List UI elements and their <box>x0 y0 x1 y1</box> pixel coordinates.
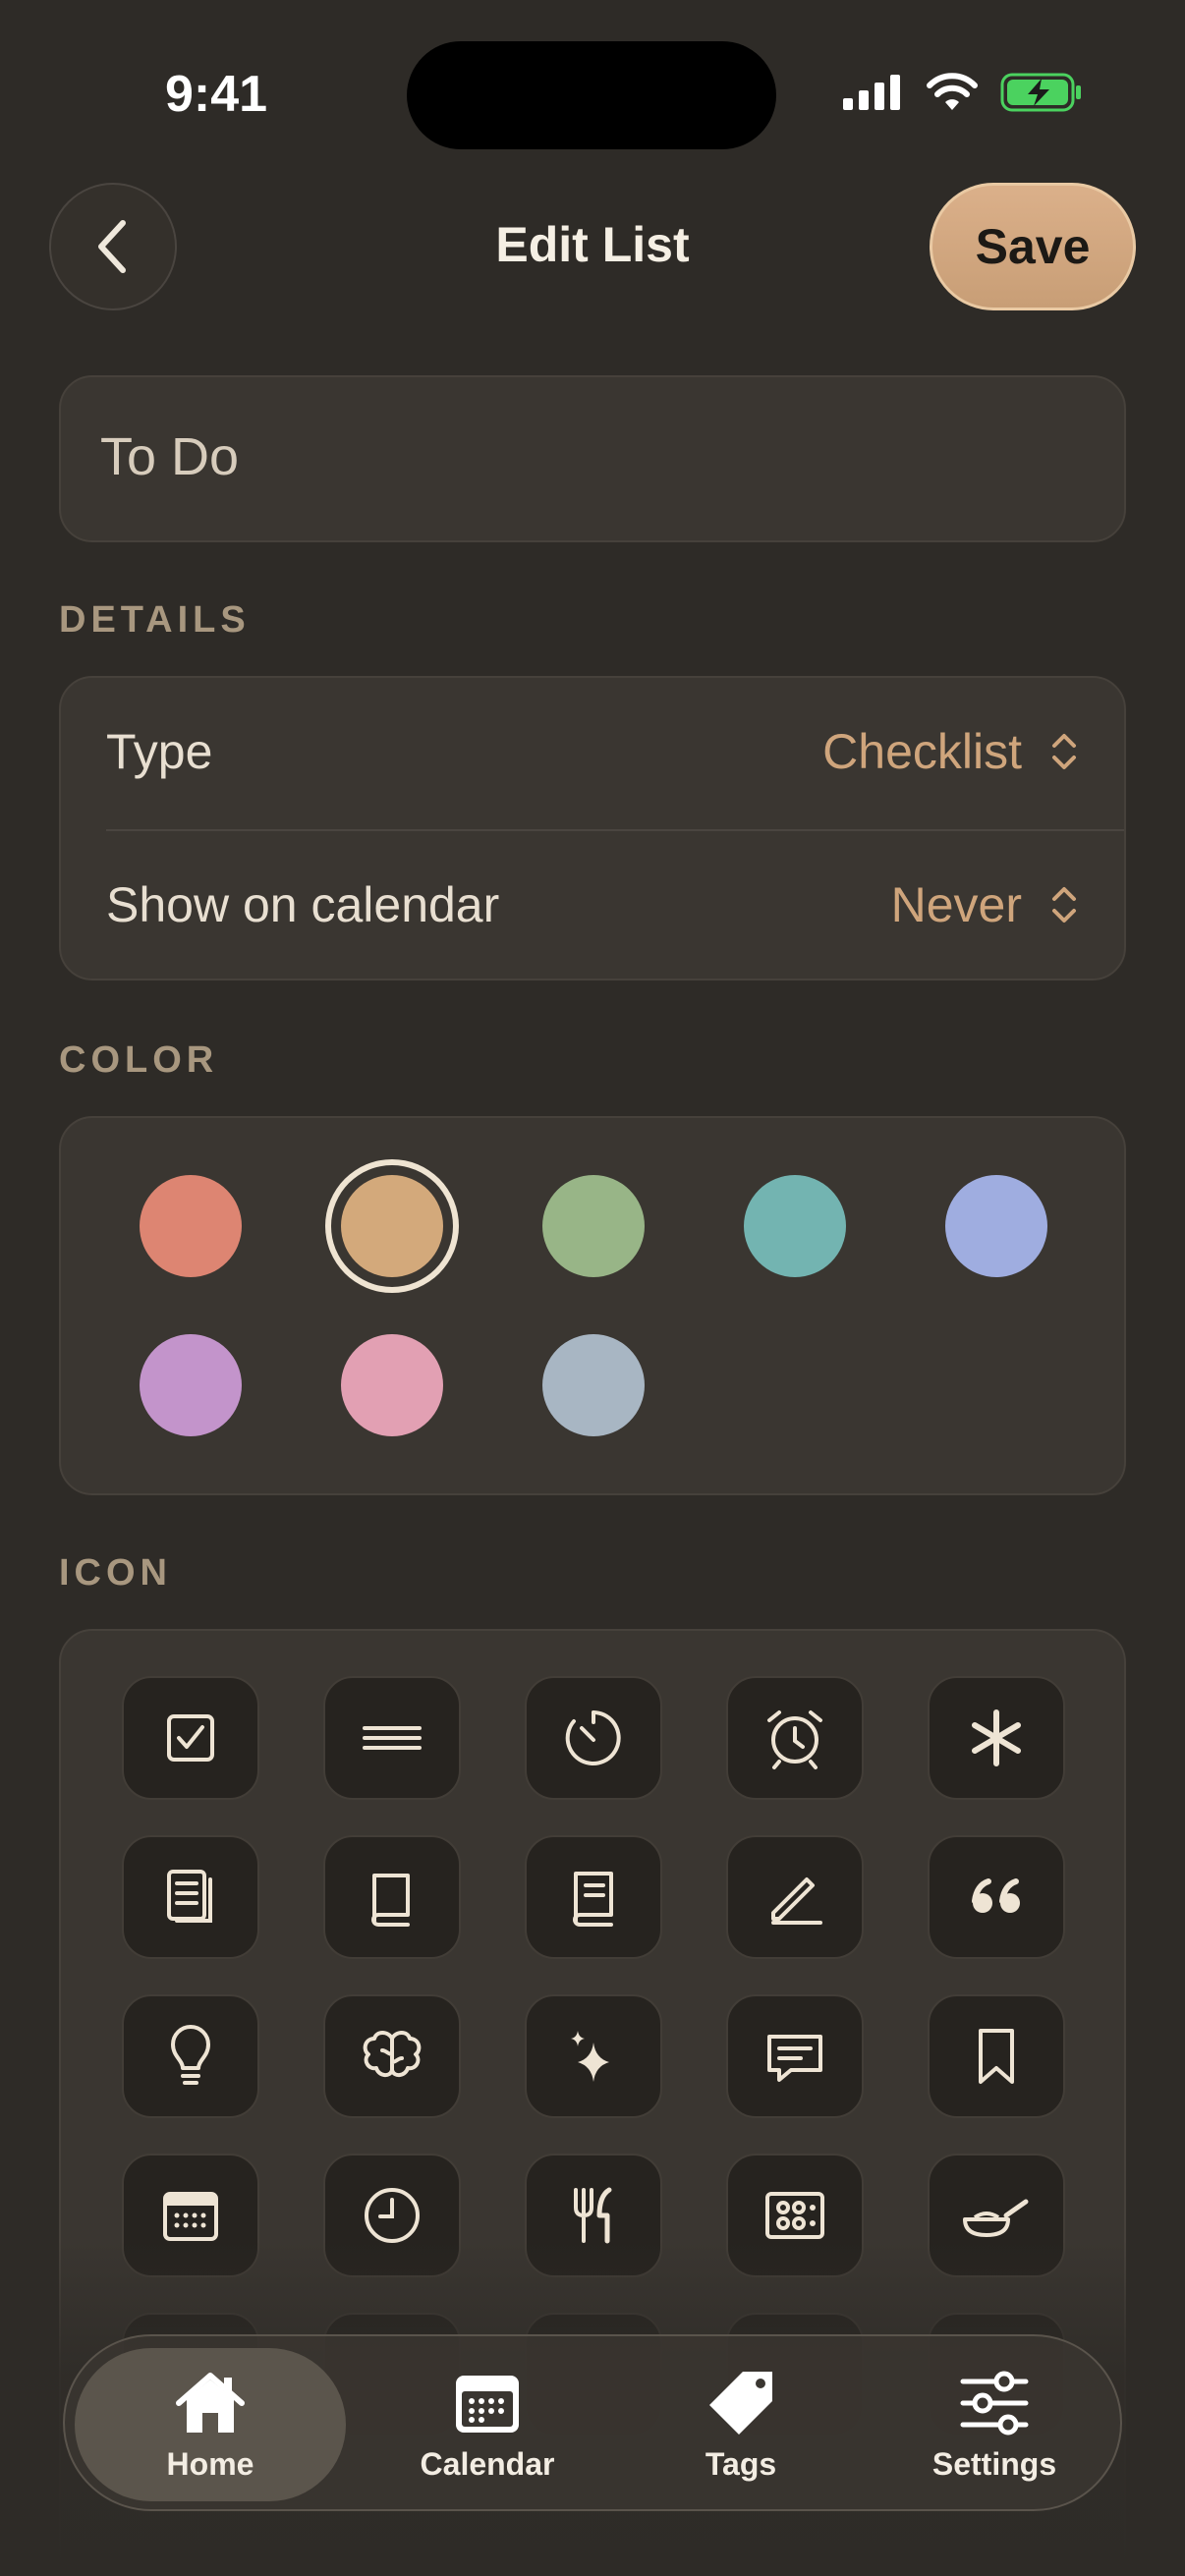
tab-tags-label: Tags <box>705 2445 777 2482</box>
status-icons <box>843 73 1083 112</box>
book-icon <box>371 1874 410 1927</box>
tab-settings-label: Settings <box>931 2445 1057 2482</box>
wifi-icon <box>927 73 978 110</box>
journal-icon <box>573 1872 613 1927</box>
type-value[interactable]: Checklist <box>822 723 1022 780</box>
bookmark-icon <box>979 2029 1014 2084</box>
icon-option[interactable] <box>726 1835 864 1959</box>
tab-calendar[interactable]: Calendar <box>360 2348 615 2501</box>
battery-icon <box>1000 73 1081 112</box>
tab-bar: Home Calendar Tags Settings <box>63 2334 1122 2511</box>
calendar-icon <box>456 2375 519 2433</box>
quote-icon <box>972 1878 1020 1913</box>
color-swatch-gray[interactable] <box>542 1334 645 1436</box>
color-section-label: COLOR <box>59 1039 219 1081</box>
tab-home-label: Home <box>166 2445 254 2482</box>
icon-option[interactable] <box>122 1994 259 2118</box>
color-swatch-green[interactable] <box>542 1175 645 1277</box>
icon-option[interactable] <box>525 1676 662 1800</box>
alarm-icon <box>767 1710 822 1769</box>
icon-option[interactable] <box>122 1835 259 1959</box>
dynamic-island <box>407 41 776 149</box>
icon-option[interactable] <box>323 1676 461 1800</box>
icon-option[interactable] <box>726 1994 864 2118</box>
brain-icon <box>363 2031 422 2077</box>
lightbulb-icon <box>171 2025 210 2085</box>
checkbox-icon <box>167 1714 214 1762</box>
sliders-icon <box>960 2371 1029 2435</box>
icon-section-label: ICON <box>59 1552 172 1594</box>
message-icon <box>767 2035 822 2082</box>
type-row[interactable]: Type Checklist <box>61 678 1124 825</box>
show-on-calendar-value[interactable]: Never <box>891 876 1022 933</box>
show-on-calendar-row[interactable]: Show on calendar Never <box>61 831 1124 979</box>
list-name-value[interactable]: To Do <box>100 426 239 487</box>
asterisk-icon <box>972 1709 1021 1766</box>
color-swatch-purple[interactable] <box>140 1334 242 1436</box>
icon-option[interactable] <box>122 1676 259 1800</box>
chevron-up-down-icon <box>1052 734 1076 769</box>
list-name-field[interactable]: To Do <box>59 375 1126 542</box>
color-swatch-blue[interactable] <box>945 1175 1047 1277</box>
icon-option[interactable] <box>525 1835 662 1959</box>
show-on-calendar-label: Show on calendar <box>106 877 500 932</box>
status-bar: 9:41 <box>0 0 1185 187</box>
icon-option[interactable] <box>928 1835 1065 1959</box>
details-card: Type Checklist Show on calendar Never <box>59 676 1126 980</box>
icon-option[interactable] <box>525 1994 662 2118</box>
icon-option[interactable] <box>928 1994 1065 2118</box>
details-section-label: DETAILS <box>59 599 251 641</box>
tab-settings[interactable]: Settings <box>867 2348 1122 2501</box>
chevron-up-down-icon <box>1052 887 1076 923</box>
icon-option[interactable] <box>928 1676 1065 1800</box>
tab-calendar-label: Calendar <box>420 2445 555 2482</box>
sparkles-icon <box>571 2031 609 2082</box>
signal-icon <box>843 75 900 110</box>
pencil-icon <box>771 1877 822 1925</box>
document-icon <box>167 1870 212 1923</box>
icon-option[interactable] <box>323 1994 461 2118</box>
status-time: 9:41 <box>165 66 268 123</box>
color-swatch-teal[interactable] <box>744 1175 846 1277</box>
tab-home[interactable]: Home <box>75 2348 346 2501</box>
color-card <box>59 1116 1126 1495</box>
tab-tags[interactable]: Tags <box>613 2348 869 2501</box>
color-swatch-pink[interactable] <box>341 1334 443 1436</box>
save-button[interactable]: Save <box>930 183 1136 310</box>
house-icon <box>176 2372 245 2433</box>
color-swatch-tan[interactable] <box>341 1175 443 1277</box>
type-label: Type <box>106 724 213 779</box>
color-swatch-red[interactable] <box>140 1175 242 1277</box>
lines-icon <box>363 1726 422 1750</box>
timer-icon <box>565 1710 621 1765</box>
tag-icon <box>709 2371 772 2435</box>
icon-option[interactable] <box>323 1835 461 1959</box>
icon-option[interactable] <box>726 1676 864 1800</box>
